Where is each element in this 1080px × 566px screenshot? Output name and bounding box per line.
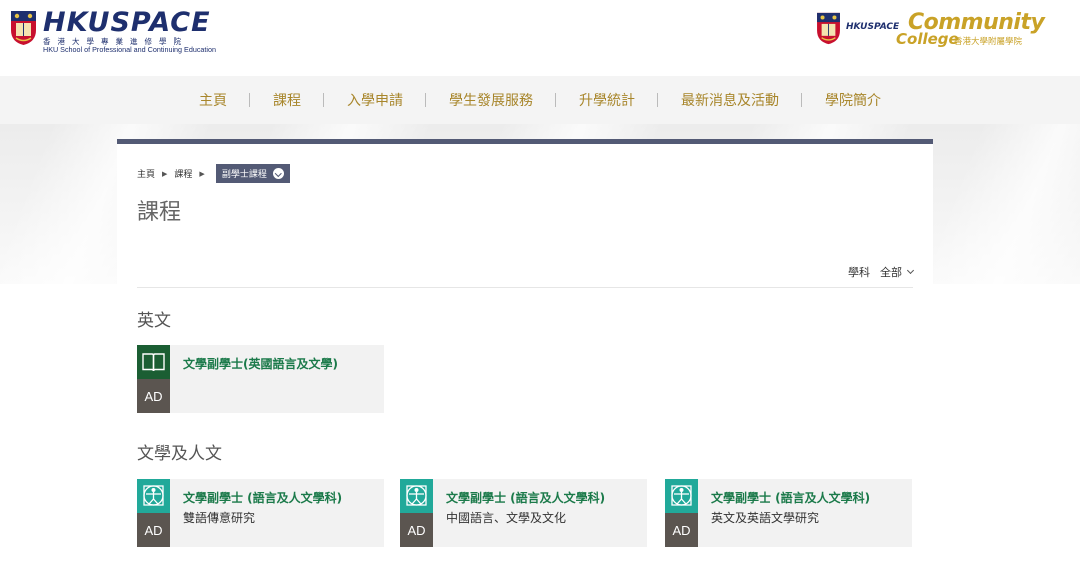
course-icon-box [665, 479, 698, 513]
hkuspace-english-name: HKU School of Professional and Continuin… [43, 45, 217, 54]
vitruvian-icon [143, 485, 164, 506]
site-header: HKUSPACE 香港大學專業進修學院 HKU School of Profes… [0, 0, 1080, 76]
filter-value: 全部 [880, 266, 902, 279]
main-nav: 主頁 課程 入學申請 學生發展服務 升學統計 最新消息及活動 學院簡介 [0, 76, 1080, 124]
nav-item-courses[interactable]: 課程 [250, 90, 324, 110]
breadcrumb-current-dropdown[interactable]: 副學士課程 [215, 164, 290, 183]
hkuspace-logo[interactable]: HKUSPACE 香港大學專業進修學院 HKU School of Profes… [10, 7, 216, 54]
course-title: 文學副學士 (語言及人文學科) [711, 491, 871, 505]
filter-dropdown[interactable]: 全部 [880, 264, 915, 280]
cc-college: College [896, 30, 959, 48]
book-icon [142, 353, 165, 372]
course-card[interactable]: AD 文學副學士 (語言及人文學科) 英文及英語文學研究 [665, 479, 912, 547]
course-title: 文學副學士 (語言及人文學科) [446, 491, 606, 505]
page-title: 課程 [137, 200, 182, 225]
course-icon-box [137, 345, 170, 379]
hkuspace-wordmark: HKUSPACE [43, 7, 211, 38]
nav-item-student-development[interactable]: 學生發展服務 [426, 90, 556, 110]
caret-right-icon: ▶ [199, 169, 205, 178]
course-subtitle: 雙語傳意研究 [183, 511, 256, 525]
course-badge: AD [665, 513, 698, 547]
vitruvian-icon [406, 485, 427, 506]
course-badge: AD [137, 379, 170, 413]
course-subtitle: 中國語言、文學及文化 [446, 511, 567, 525]
community-college-logo[interactable]: HKUSPACE Community College 香港大學附屬學院 [816, 10, 1046, 48]
course-title: 文學副學士 (語言及人文學科) [183, 491, 343, 505]
breadcrumb: 主頁 ▶ 課程 ▶ 副學士課程 [137, 164, 290, 183]
course-card[interactable]: AD 文學副學士(英國語言及文學) [137, 345, 384, 413]
section-title-humanities: 文學及人文 [137, 444, 222, 464]
nav-item-admission[interactable]: 入學申請 [324, 90, 426, 110]
chevron-down-icon [272, 168, 284, 179]
cc-chinese-name: 香港大學附屬學院 [954, 37, 1023, 47]
content-card: 主頁 ▶ 課程 ▶ 副學士課程 課程 學科 全部 英文 AD 文學副學士(英國語… [117, 139, 933, 566]
course-subtitle: 英文及英語文學研究 [711, 511, 820, 525]
filter-label: 學科 [848, 266, 870, 279]
nav-item-news-events[interactable]: 最新消息及活動 [658, 90, 802, 110]
nav-item-articulation-stats[interactable]: 升學統計 [556, 90, 658, 110]
course-badge: AD [400, 513, 433, 547]
nav-item-home[interactable]: 主頁 [176, 90, 250, 110]
breadcrumb-courses[interactable]: 課程 [174, 167, 192, 180]
section-title-english: 英文 [137, 311, 171, 331]
breadcrumb-home[interactable]: 主頁 [137, 167, 155, 180]
course-badge: AD [137, 513, 170, 547]
course-title: 文學副學士(英國語言及文學) [183, 357, 338, 371]
course-icon-box [400, 479, 433, 513]
course-card[interactable]: AD 文學副學士 (語言及人文學科) 雙語傳意研究 [137, 479, 384, 547]
course-icon-box [137, 479, 170, 513]
course-card[interactable]: AD 文學副學士 (語言及人文學科) 中國語言、文學及文化 [400, 479, 647, 547]
caret-right-icon: ▶ [162, 169, 168, 178]
subject-filter: 學科 全部 [848, 264, 915, 280]
vitruvian-icon [671, 485, 692, 506]
hku-crest-icon [11, 11, 36, 45]
hku-crest-icon [817, 12, 840, 45]
cc-prefix: HKUSPACE [846, 22, 900, 32]
divider [137, 287, 913, 288]
nav-item-about[interactable]: 學院簡介 [802, 90, 904, 110]
chevron-down-icon [906, 266, 915, 275]
breadcrumb-current-label: 副學士課程 [221, 170, 267, 180]
